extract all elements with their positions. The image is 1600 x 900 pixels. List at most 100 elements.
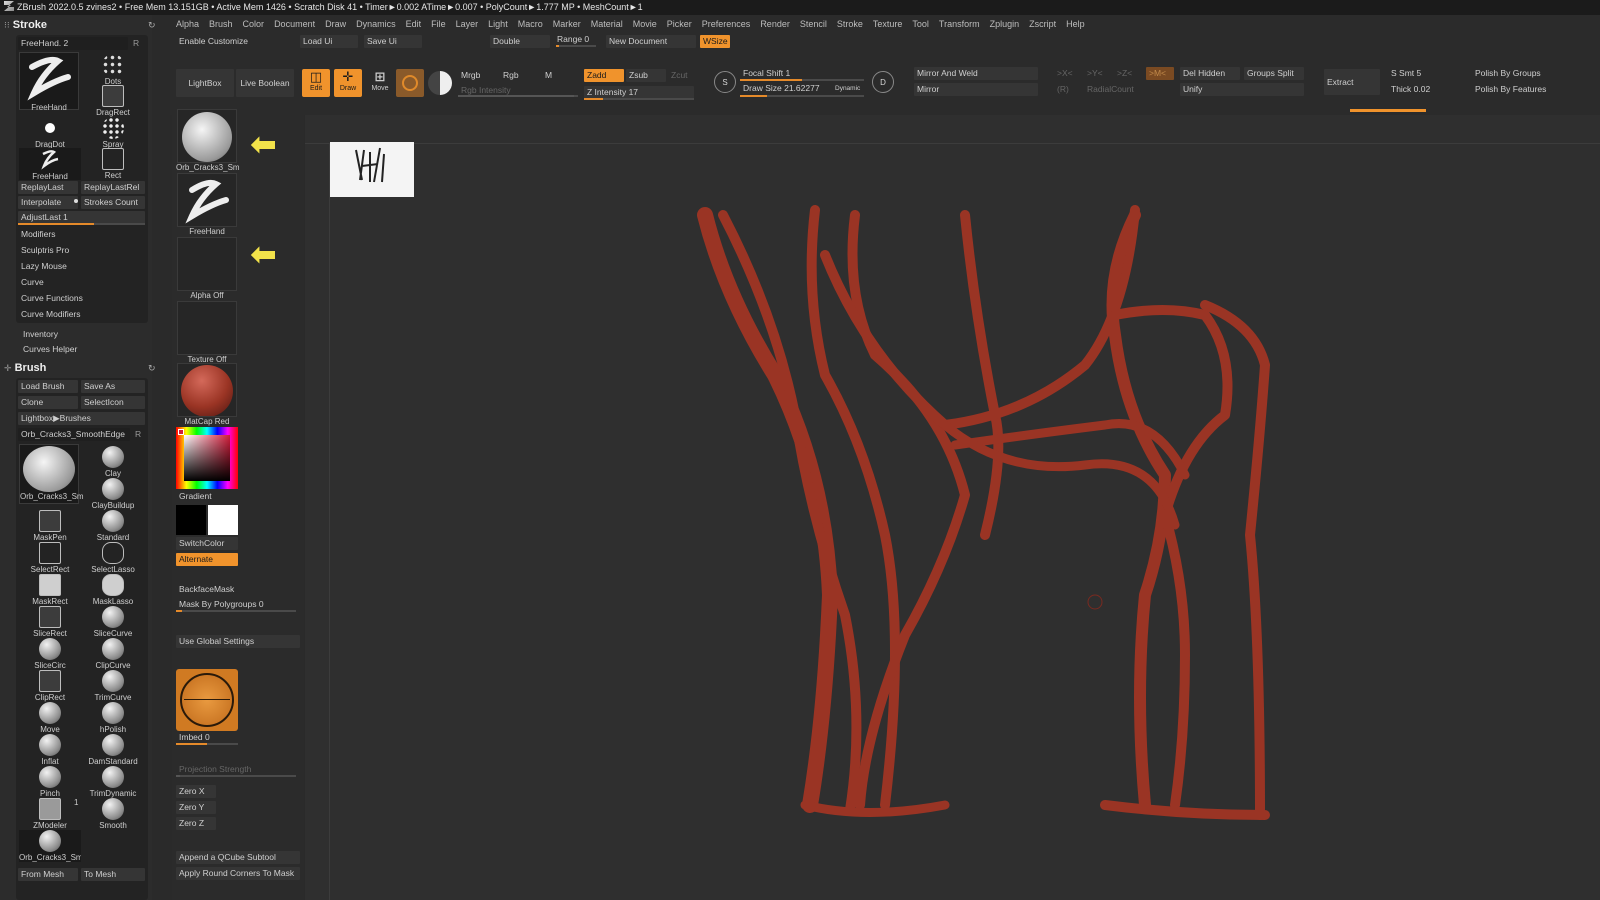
menu-picker[interactable]: Picker bbox=[667, 19, 692, 29]
load-brush-button[interactable]: Load Brush bbox=[18, 380, 78, 393]
polish-by-groups-button[interactable]: Polish By Groups bbox=[1472, 67, 1572, 80]
switch-color-button[interactable]: SwitchColor bbox=[176, 537, 238, 550]
document-canvas[interactable] bbox=[305, 115, 1600, 900]
zero-z-button[interactable]: Zero Z bbox=[176, 817, 216, 830]
curves-helper-section[interactable]: Curves Helper bbox=[20, 343, 140, 356]
menu-stroke[interactable]: Stroke bbox=[837, 19, 863, 29]
brush-maskrect[interactable]: MaskRect bbox=[19, 574, 81, 606]
to-mesh-button[interactable]: To Mesh bbox=[81, 868, 145, 881]
zadd-button[interactable]: Zadd bbox=[584, 69, 624, 82]
append-qcube-button[interactable]: Append a QCube Subtool bbox=[176, 851, 300, 864]
brush-trimcurve[interactable]: TrimCurve bbox=[82, 670, 144, 702]
brush-cliprect[interactable]: ClipRect bbox=[19, 670, 81, 702]
enable-customize-button[interactable]: Enable Customize bbox=[176, 35, 286, 48]
brush-selectlasso[interactable]: SelectLasso bbox=[82, 542, 144, 574]
strokes-count-slider[interactable]: Strokes Count bbox=[81, 196, 145, 209]
stroke-dragrect[interactable]: DragRect bbox=[82, 85, 144, 117]
brush-masklasso[interactable]: MaskLasso bbox=[82, 574, 144, 606]
select-icon-button[interactable]: SelectIcon bbox=[81, 396, 145, 409]
menu-macro[interactable]: Macro bbox=[518, 19, 543, 29]
rgb-button[interactable]: Rgb bbox=[500, 69, 534, 82]
from-mesh-button[interactable]: From Mesh bbox=[18, 868, 78, 881]
menu-edit[interactable]: Edit bbox=[406, 19, 422, 29]
brush-panel-header[interactable]: ✛ Brush ↻ bbox=[4, 360, 156, 376]
imbed-track[interactable] bbox=[176, 743, 238, 745]
menu-layer[interactable]: Layer bbox=[456, 19, 479, 29]
dynamic-d-button[interactable]: D bbox=[872, 71, 894, 93]
refresh-icon[interactable]: ↻ bbox=[148, 360, 156, 376]
menu-tool[interactable]: Tool bbox=[912, 19, 929, 29]
stroke-panel-header[interactable]: ⁝⁝ Stroke ↻ bbox=[4, 17, 156, 33]
mirror-and-weld-button[interactable]: Mirror And Weld bbox=[914, 67, 1038, 80]
new-document-button[interactable]: New Document bbox=[606, 35, 696, 48]
menu-render[interactable]: Render bbox=[760, 19, 790, 29]
zcut-button[interactable]: Zcut bbox=[668, 69, 704, 82]
menu-alpha[interactable]: Alpha bbox=[176, 19, 199, 29]
material-sphere-button[interactable] bbox=[428, 71, 452, 95]
edit-mode-button[interactable]: ◫ Edit bbox=[302, 69, 330, 97]
apply-round-corners-button[interactable]: Apply Round Corners To Mask bbox=[176, 867, 300, 880]
menu-draw[interactable]: Draw bbox=[325, 19, 346, 29]
draw-mode-button[interactable]: ✛ Draw bbox=[334, 69, 362, 97]
replay-last-button[interactable]: ReplayLast bbox=[18, 181, 78, 194]
menu-marker[interactable]: Marker bbox=[553, 19, 581, 29]
lightbox-button[interactable]: LightBox bbox=[176, 69, 234, 97]
menu-light[interactable]: Light bbox=[488, 19, 508, 29]
brush-clay[interactable]: Clay bbox=[82, 446, 144, 478]
material-thumbnail[interactable]: MatCap Red Wax bbox=[176, 363, 238, 437]
recent-brush-orb-cracks[interactable]: Orb_Cracks3_Sm bbox=[19, 830, 81, 862]
imbed-dial-button[interactable] bbox=[176, 669, 238, 731]
draw-size-slider[interactable]: Draw Size 21.62277 bbox=[740, 82, 830, 95]
zsub-button[interactable]: Zsub bbox=[626, 69, 666, 82]
menu-color[interactable]: Color bbox=[243, 19, 265, 29]
lightbox-brushes-button[interactable]: Lightbox▶Brushes bbox=[18, 412, 145, 425]
alpha-thumbnail[interactable]: Alpha Off bbox=[176, 237, 238, 301]
stroke-spray[interactable]: Spray bbox=[82, 117, 144, 149]
mirror-button[interactable]: Mirror bbox=[914, 83, 1038, 96]
m-button[interactable]: M bbox=[542, 69, 562, 82]
brush-inflat[interactable]: Inflat bbox=[19, 734, 81, 766]
main-color-swatch[interactable] bbox=[176, 505, 206, 535]
brush-slicecurve[interactable]: SliceCurve bbox=[82, 606, 144, 638]
thick-slider[interactable]: Thick 0.02 bbox=[1388, 83, 1448, 96]
stroke-reset-button[interactable]: R bbox=[130, 37, 144, 50]
groups-split-button[interactable]: Groups Split bbox=[1244, 67, 1304, 80]
menu-zscript[interactable]: Zscript bbox=[1029, 19, 1056, 29]
focal-s-button[interactable]: S bbox=[714, 71, 736, 93]
adjust-last-track[interactable] bbox=[18, 223, 145, 225]
menu-movie[interactable]: Movie bbox=[633, 19, 657, 29]
projection-strength-track[interactable] bbox=[176, 775, 296, 777]
wsize-button[interactable]: WSize bbox=[700, 35, 730, 48]
mirror-z-button[interactable]: >Z< bbox=[1114, 67, 1138, 80]
brush-claybuildup[interactable]: ClayBuildup bbox=[82, 478, 144, 510]
curve-section[interactable]: Curve bbox=[18, 276, 145, 289]
alternate-button[interactable]: Alternate bbox=[176, 553, 238, 566]
mirror-x-button[interactable]: >X< bbox=[1054, 67, 1078, 80]
brush-slicecirc[interactable]: SliceCirc bbox=[19, 638, 81, 670]
freehand-stroke-thumb[interactable]: FreeHand bbox=[19, 52, 79, 112]
polish-by-features-button[interactable]: Polish By Features bbox=[1472, 83, 1572, 96]
color-picker[interactable] bbox=[176, 427, 238, 489]
stroke-freehand[interactable]: FreeHand bbox=[19, 148, 81, 181]
draw-size-track[interactable] bbox=[740, 95, 864, 97]
refresh-icon[interactable]: ↻ bbox=[148, 17, 156, 33]
current-brush-name[interactable]: Orb_Cracks3_SmoothEdge bbox=[18, 428, 130, 441]
menu-preferences[interactable]: Preferences bbox=[702, 19, 751, 29]
secondary-color-swatch[interactable] bbox=[208, 505, 238, 535]
replay-last-rel-button[interactable]: ReplayLastRel bbox=[81, 181, 145, 194]
brush-trimdynamic[interactable]: TrimDynamic bbox=[82, 766, 144, 798]
rgb-intensity-track[interactable] bbox=[458, 95, 578, 97]
brush-smooth[interactable]: Smooth bbox=[82, 798, 144, 830]
clone-button[interactable]: Clone bbox=[18, 396, 78, 409]
brush-preview-button[interactable] bbox=[396, 69, 424, 97]
use-global-settings-button[interactable]: Use Global Settings bbox=[176, 635, 300, 648]
curve-modifiers-section[interactable]: Curve Modifiers bbox=[18, 308, 145, 321]
zero-x-button[interactable]: Zero X bbox=[176, 785, 216, 798]
current-brush-thumb[interactable]: Orb_Cracks3_Sm bbox=[19, 444, 84, 504]
sculptris-pro-section[interactable]: Sculptris Pro bbox=[18, 244, 145, 257]
brush-selectrect[interactable]: SelectRect bbox=[19, 542, 81, 574]
stroke-dragdot[interactable]: DragDot bbox=[19, 117, 81, 149]
texture-thumbnail[interactable]: Texture Off bbox=[176, 301, 238, 365]
stroke-select[interactable]: FreeHand. 2 bbox=[18, 37, 128, 50]
brush-zmodeler[interactable]: ZModeler bbox=[19, 798, 81, 830]
